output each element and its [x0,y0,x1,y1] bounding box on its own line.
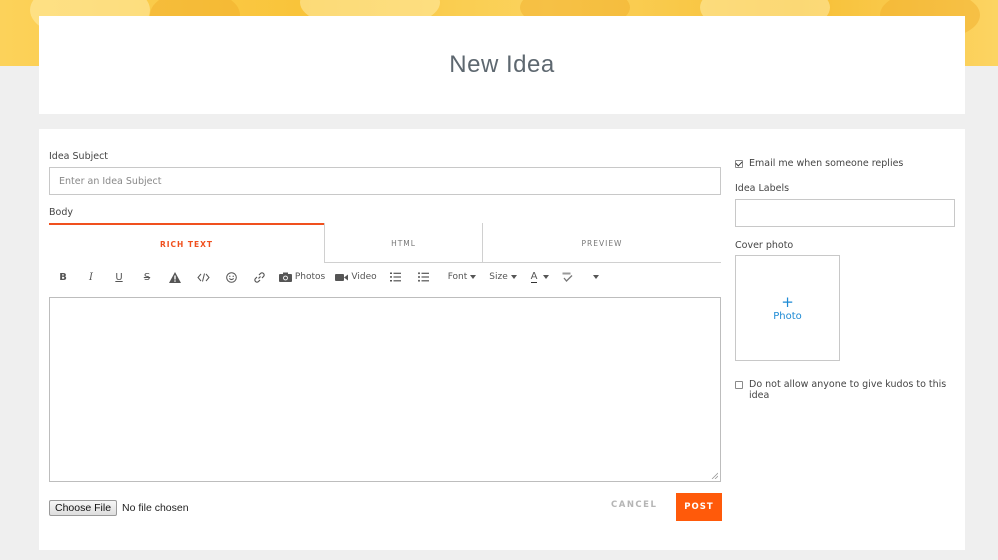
plus-icon: + [781,292,794,311]
resize-grip-icon[interactable] [711,472,718,479]
bullet-list-icon [417,272,429,282]
tab-rich-text[interactable]: RICH TEXT [49,223,324,263]
body-editor[interactable] [49,297,721,482]
size-dropdown[interactable]: Size [483,267,523,287]
text-color-dropdown[interactable]: A [523,267,557,287]
strikethrough-button[interactable]: S [133,267,161,287]
photos-button[interactable]: Photos [277,267,327,287]
email-checkbox[interactable] [735,160,743,168]
post-button[interactable]: POST [676,493,722,521]
spoiler-warning-button[interactable] [161,267,189,287]
kudos-checkbox[interactable] [735,381,743,389]
file-status: No file chosen [122,502,189,514]
bullet-list-button[interactable] [409,267,437,287]
link-icon [253,271,265,283]
labels-label: Idea Labels [735,183,790,194]
tab-preview[interactable]: PREVIEW [482,223,721,263]
camera-icon [278,272,292,282]
size-label: Size [489,272,508,282]
editor-toolbar: B I U S Photos Video Font Size A [49,263,721,291]
cancel-button[interactable]: CANCEL [611,500,657,510]
kudos-label: Do not allow anyone to give kudos to thi… [749,379,947,401]
emoji-button[interactable] [217,267,245,287]
chevron-down-icon [470,275,477,279]
smiley-icon [225,271,237,283]
chevron-down-icon [543,275,550,279]
italic-button[interactable]: I [77,267,105,287]
code-button[interactable] [189,267,217,287]
title-card: New Idea [39,16,965,114]
cover-photo-button[interactable]: + Photo [735,255,840,361]
font-dropdown[interactable]: Font [441,267,483,287]
bold-button[interactable]: B [49,267,77,287]
font-label: Font [447,272,468,282]
numbered-list-button[interactable] [381,267,409,287]
editor-tabs: RICH TEXT HTML PREVIEW [49,223,721,263]
choose-file-button[interactable]: Choose File [49,500,118,516]
cover-photo-label: Cover photo [735,240,794,251]
subject-label: Idea Subject [49,151,109,162]
video-label: Video [351,272,377,282]
chevron-down-icon [592,275,599,279]
subject-placeholder: Enter an Idea Subject [59,175,162,187]
idea-form: Idea Subject Enter an Idea Subject Body … [39,129,965,550]
video-camera-icon [335,273,349,281]
file-upload: Choose File No file chosen [49,500,189,516]
email-label: Email me when someone replies [749,158,904,169]
subject-input[interactable]: Enter an Idea Subject [49,167,721,195]
body-label: Body [49,207,73,218]
cover-photo-text: Photo [773,310,802,322]
page-title: New Idea [449,51,555,78]
text-color-label: A [530,270,538,283]
photos-label: Photos [294,272,326,282]
link-button[interactable] [245,267,273,287]
numbered-list-icon [389,272,401,282]
chevron-down-icon [510,275,517,279]
spellcheck-dropdown[interactable] [557,267,603,287]
video-button[interactable]: Video [333,267,379,287]
labels-input[interactable] [735,199,955,227]
spellcheck-icon [562,272,572,282]
warning-icon [169,271,181,283]
tab-html[interactable]: HTML [324,223,482,263]
code-icon [196,272,210,282]
underline-button[interactable]: U [105,267,133,287]
